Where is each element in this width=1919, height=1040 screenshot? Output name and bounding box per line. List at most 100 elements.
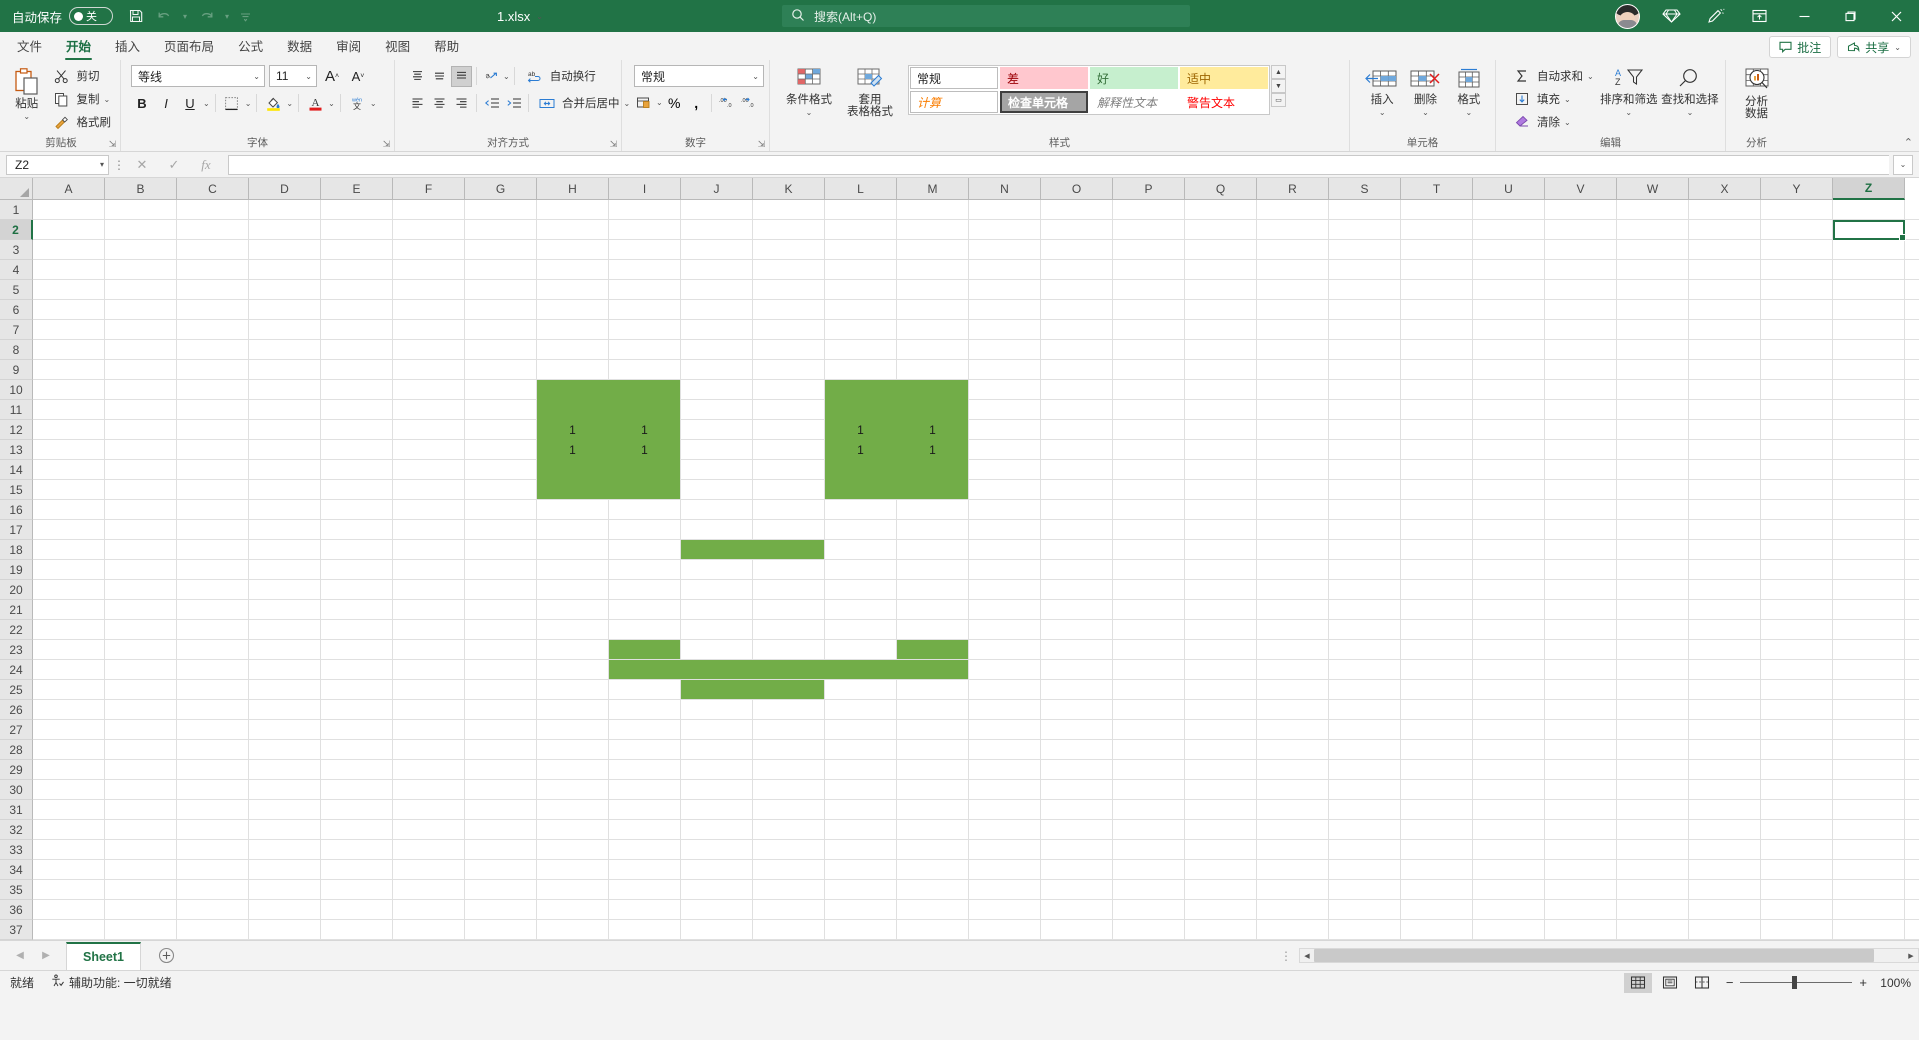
cell-N13[interactable]: 1 <box>897 440 968 459</box>
format-painter-button[interactable]: 格式刷 <box>48 111 115 133</box>
accounting-format-icon[interactable] <box>634 92 655 113</box>
row-header-35[interactable]: 35 <box>0 880 33 900</box>
chevron-down-icon[interactable]: ⌄ <box>1465 108 1472 117</box>
share-button[interactable]: 共享 ⌄ <box>1837 36 1911 58</box>
wrap-text-button[interactable]: ab 自动换行 <box>521 65 599 87</box>
text-orientation-icon[interactable]: a <box>481 66 502 87</box>
diamond-icon[interactable] <box>1649 0 1693 32</box>
redo-icon[interactable] <box>193 4 219 28</box>
row-header-36[interactable]: 36 <box>0 900 33 920</box>
tab-help[interactable]: 帮助 <box>423 33 470 60</box>
autosave-control[interactable]: 自动保存 关 <box>12 7 114 26</box>
row-header-1[interactable]: 1 <box>0 200 33 220</box>
zoom-out-button[interactable]: − <box>1726 975 1734 990</box>
chevron-down-icon[interactable]: ⌄ <box>1564 118 1571 127</box>
row-header-8[interactable]: 8 <box>0 340 33 360</box>
sheet-split-grip[interactable]: ⋮ <box>1272 949 1299 963</box>
cell-I13[interactable]: 1 <box>537 440 608 459</box>
column-header-A[interactable]: A <box>33 178 105 200</box>
row-header-28[interactable]: 28 <box>0 740 33 760</box>
zoom-slider[interactable]: − + <box>1726 975 1867 990</box>
row-header-24[interactable]: 24 <box>0 660 33 680</box>
column-header-B[interactable]: B <box>105 178 177 200</box>
maximize-button[interactable] <box>1827 0 1873 32</box>
increase-decimal-icon[interactable]: .00.0 <box>716 92 737 113</box>
format-cells-button[interactable]: 格式 ⌄ <box>1449 65 1489 117</box>
bold-button[interactable]: B <box>131 92 153 114</box>
tab-page-layout[interactable]: 页面布局 <box>153 33 225 60</box>
close-button[interactable] <box>1873 0 1919 32</box>
row-header-37[interactable]: 37 <box>0 920 33 940</box>
column-header-J[interactable]: J <box>681 178 753 200</box>
avatar[interactable] <box>1605 0 1649 32</box>
formula-input[interactable] <box>228 154 1889 175</box>
column-header-U[interactable]: U <box>1473 178 1545 200</box>
accounting-dropdown-icon[interactable]: ⌄ <box>656 98 663 107</box>
page-break-view-icon[interactable] <box>1688 973 1716 993</box>
style-warning-text[interactable]: 警告文本 <box>1180 91 1268 113</box>
column-header-F[interactable]: F <box>393 178 465 200</box>
row-header-2[interactable]: 2 <box>0 220 33 240</box>
row-header-26[interactable]: 26 <box>0 700 33 720</box>
row-header-21[interactable]: 21 <box>0 600 33 620</box>
row-header-5[interactable]: 5 <box>0 280 33 300</box>
chevron-down-icon[interactable]: ⌄ <box>752 72 759 81</box>
filled-range-mouth-bottom[interactable] <box>681 680 824 699</box>
comma-style-button[interactable]: , <box>686 92 707 113</box>
nav-next-icon[interactable]: ▶ <box>34 944 58 968</box>
chevron-down-icon[interactable]: ⌄ <box>1564 95 1571 104</box>
style-bad[interactable]: 差 <box>1000 67 1088 89</box>
tab-file[interactable]: 文件 <box>6 33 53 60</box>
row-header-29[interactable]: 29 <box>0 760 33 780</box>
gallery-scroll-down-icon[interactable]: ▼ <box>1271 79 1286 93</box>
search-box[interactable]: 搜索(Alt+Q) <box>782 5 1190 27</box>
underline-button[interactable]: U <box>179 92 201 114</box>
comments-button[interactable]: 批注 <box>1769 36 1832 58</box>
column-header-T[interactable]: T <box>1401 178 1473 200</box>
column-header-X[interactable]: X <box>1689 178 1761 200</box>
decrease-font-size-button[interactable]: A ˅ <box>347 65 369 87</box>
clipboard-dialog-launcher[interactable]: ⇲ <box>107 139 118 150</box>
cell-I12[interactable]: 1 <box>537 420 608 439</box>
page-layout-view-icon[interactable] <box>1656 973 1684 993</box>
font-color-icon[interactable]: A <box>304 92 326 114</box>
row-header-33[interactable]: 33 <box>0 840 33 860</box>
column-header-R[interactable]: R <box>1257 178 1329 200</box>
chevron-down-icon[interactable]: ⌄ <box>1422 108 1429 117</box>
row-header-7[interactable]: 7 <box>0 320 33 340</box>
row-header-9[interactable]: 9 <box>0 360 33 380</box>
row-header-6[interactable]: 6 <box>0 300 33 320</box>
accessibility-status[interactable]: 辅助功能: 一切就绪 <box>50 974 172 991</box>
format-as-table-button[interactable]: 套用 表格格式 <box>840 65 900 118</box>
column-header-G[interactable]: G <box>465 178 537 200</box>
paste-button[interactable]: 粘贴 ⌄ <box>8 65 46 121</box>
autosum-button[interactable]: 自动求和 ⌄ <box>1508 65 1597 87</box>
fill-color-dropdown-icon[interactable]: ⌄ <box>286 99 293 108</box>
chevron-down-icon[interactable]: ⌄ <box>104 95 111 104</box>
column-header-E[interactable]: E <box>321 178 393 200</box>
column-header-S[interactable]: S <box>1329 178 1401 200</box>
align-center-icon[interactable] <box>429 93 450 114</box>
cell-J13[interactable]: 1 <box>609 440 680 459</box>
formula-bar-grip[interactable]: ⋮ <box>113 158 125 172</box>
row-header-34[interactable]: 34 <box>0 860 33 880</box>
sort-filter-button[interactable]: AZ 排序和筛选 ⌄ <box>1600 65 1658 117</box>
styles-gallery-scroll[interactable]: ▲ ▼ ▭ <box>1271 65 1286 107</box>
copy-button[interactable]: 复制 ⌄ <box>48 88 115 110</box>
percent-style-button[interactable]: % <box>664 92 685 113</box>
align-top-icon[interactable] <box>407 66 428 87</box>
row-header-27[interactable]: 27 <box>0 720 33 740</box>
underline-dropdown-icon[interactable]: ⌄ <box>203 99 210 108</box>
column-header-K[interactable]: K <box>753 178 825 200</box>
cell-J12[interactable]: 1 <box>609 420 680 439</box>
fill-color-icon[interactable] <box>262 92 284 114</box>
row-header-19[interactable]: 19 <box>0 560 33 580</box>
row-header-14[interactable]: 14 <box>0 460 33 480</box>
row-header-30[interactable]: 30 <box>0 780 33 800</box>
horizontal-scrollbar[interactable]: ◀ ▶ <box>1299 948 1919 963</box>
cut-button[interactable]: 剪切 <box>48 65 115 87</box>
style-good[interactable]: 好 <box>1090 67 1178 89</box>
filled-range-mouth-left[interactable] <box>609 640 680 659</box>
increase-font-size-button[interactable]: A ˄ <box>321 65 343 87</box>
font-dialog-launcher[interactable]: ⇲ <box>381 139 392 150</box>
